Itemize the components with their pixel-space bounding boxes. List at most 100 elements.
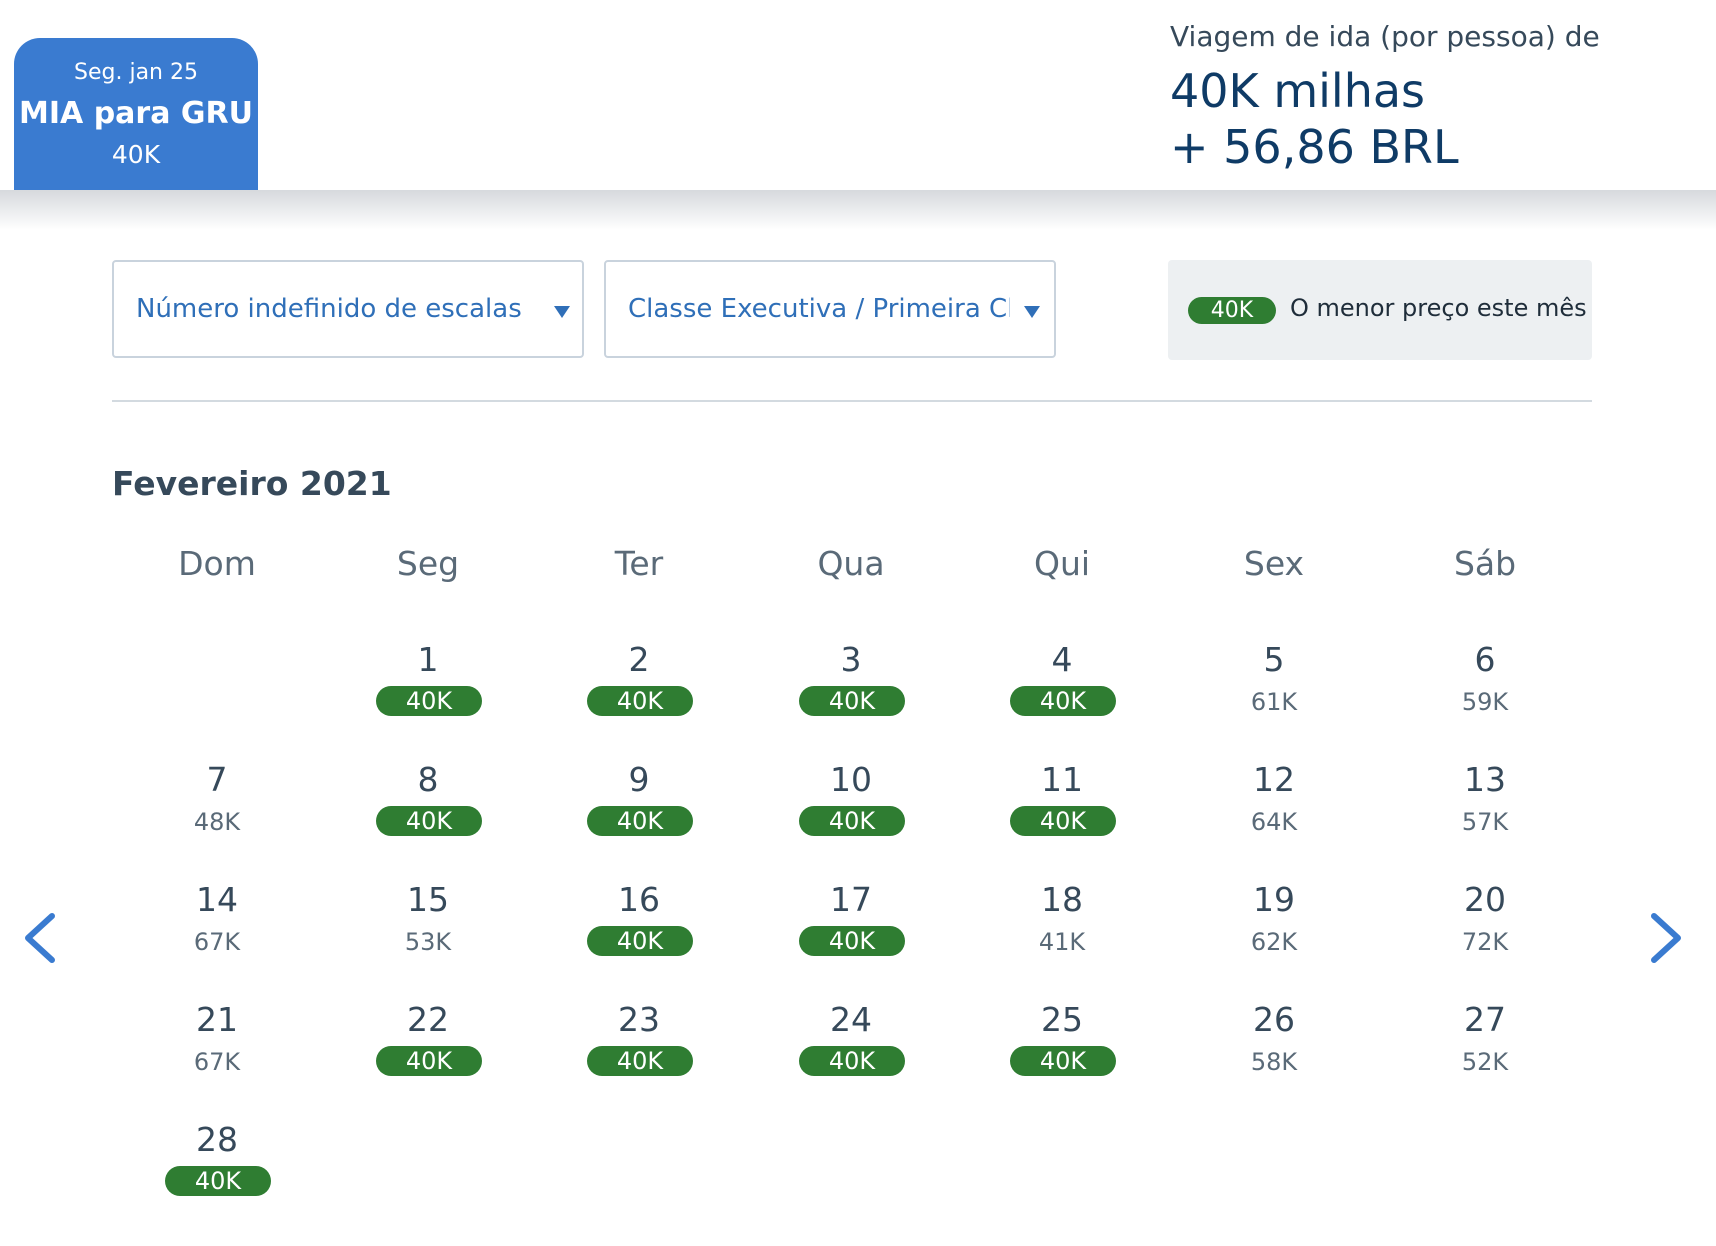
header-shadow [0, 190, 1716, 230]
calendar-day[interactable]: 5 61K [1204, 640, 1344, 740]
day-price-lowest-badge: 40K [587, 686, 693, 716]
header: Seg. jan 25 MIA para GRU 40K Viagem de i… [0, 0, 1716, 190]
calendar-day[interactable]: 8 40K [358, 760, 498, 860]
day-price: 59K [1461, 688, 1509, 716]
day-price: 48K [193, 808, 241, 836]
flight-route: MIA para GRU [19, 96, 253, 131]
day-number: 1 [417, 640, 439, 679]
weekday-label: Seg [396, 544, 460, 583]
day-price: 58K [1250, 1048, 1298, 1076]
chevron-right-icon[interactable] [1644, 910, 1688, 966]
weekday-label: Sáb [1453, 544, 1517, 583]
day-number: 14 [196, 880, 238, 919]
day-price-lowest-badge: 40K [799, 1046, 905, 1076]
day-price: 61K [1250, 688, 1298, 716]
day-number: 6 [1474, 640, 1496, 679]
calendar-day[interactable]: 26 58K [1204, 1000, 1344, 1100]
lowest-price-text: O menor preço este mês [1290, 294, 1587, 322]
calendar-day[interactable]: 21 67K [147, 1000, 287, 1100]
day-number: 23 [618, 1000, 660, 1039]
calendar-day[interactable]: 19 62K [1204, 880, 1344, 980]
calendar-day[interactable]: 9 40K [569, 760, 709, 860]
calendar-day[interactable]: 11 40K [992, 760, 1132, 860]
calendar-day[interactable]: 23 40K [569, 1000, 709, 1100]
fare-label: Viagem de ida (por pessoa) de [1170, 20, 1600, 53]
weekday-label: Qua [817, 544, 885, 583]
calendar-day[interactable]: 22 40K [358, 1000, 498, 1100]
weekday-label: Ter [614, 544, 664, 583]
calendar-day[interactable]: 3 40K [781, 640, 921, 740]
day-price-lowest-badge: 40K [587, 1046, 693, 1076]
day-price: 64K [1250, 808, 1298, 836]
day-price-lowest-badge: 40K [165, 1166, 271, 1196]
day-price: 41K [1038, 928, 1086, 956]
month-title: Fevereiro 2021 [112, 464, 392, 503]
flight-tab[interactable]: Seg. jan 25 MIA para GRU 40K [14, 38, 258, 190]
calendar-day[interactable]: 12 64K [1204, 760, 1344, 860]
day-price: 53K [404, 928, 452, 956]
day-price: 72K [1461, 928, 1509, 956]
stops-select[interactable]: Número indefinido de escalas [112, 260, 584, 358]
day-price: 52K [1461, 1048, 1509, 1076]
weekday-label: Qui [1033, 544, 1091, 583]
day-price: 67K [193, 928, 241, 956]
day-number: 8 [417, 760, 439, 799]
lowest-price-legend: 40K O menor preço este mês [1168, 260, 1592, 360]
day-number: 12 [1253, 760, 1295, 799]
divider [112, 400, 1592, 402]
calendar-day[interactable]: 7 48K [147, 760, 287, 860]
fare-miles: 40K milhas [1170, 64, 1425, 118]
calendar-day[interactable]: 16 40K [569, 880, 709, 980]
day-number: 11 [1041, 760, 1083, 799]
day-number: 13 [1464, 760, 1506, 799]
calendar-day[interactable]: 4 40K [992, 640, 1132, 740]
day-number: 25 [1041, 1000, 1083, 1039]
day-number: 26 [1253, 1000, 1295, 1039]
calendar-day[interactable]: 28 40K [147, 1120, 287, 1220]
chevron-down-icon [1024, 306, 1040, 318]
cabin-select[interactable]: Classe Executiva / Primeira Classe [604, 260, 1056, 358]
calendar-day[interactable]: 1 40K [358, 640, 498, 740]
calendar-day[interactable]: 17 40K [781, 880, 921, 980]
day-price-lowest-badge: 40K [1010, 1046, 1116, 1076]
day-price-lowest-badge: 40K [376, 806, 482, 836]
flight-date: Seg. jan 25 [74, 60, 198, 85]
day-number: 9 [628, 760, 650, 799]
weekday-label: Sex [1243, 544, 1305, 583]
day-price-lowest-badge: 40K [799, 806, 905, 836]
cabin-select-label: Classe Executiva / Primeira Classe [628, 294, 1010, 324]
fare-cash: + 56,86 BRL [1170, 120, 1459, 174]
day-price: 57K [1461, 808, 1509, 836]
day-price-lowest-badge: 40K [799, 686, 905, 716]
calendar-day[interactable]: 6 59K [1415, 640, 1555, 740]
day-number: 3 [840, 640, 862, 679]
day-number: 10 [830, 760, 872, 799]
day-price-lowest-badge: 40K [1010, 806, 1116, 836]
chevron-down-icon [554, 306, 570, 318]
calendar-day[interactable]: 15 53K [358, 880, 498, 980]
calendar-day[interactable]: 14 67K [147, 880, 287, 980]
calendar-day[interactable]: 13 57K [1415, 760, 1555, 860]
day-price-lowest-badge: 40K [376, 1046, 482, 1076]
weekday-label: Dom [178, 544, 256, 583]
day-number: 5 [1263, 640, 1285, 679]
day-number: 24 [830, 1000, 872, 1039]
chevron-left-icon[interactable] [18, 910, 62, 966]
day-number: 15 [407, 880, 449, 919]
day-number: 19 [1253, 880, 1295, 919]
day-number: 21 [196, 1000, 238, 1039]
day-number: 22 [407, 1000, 449, 1039]
calendar-day[interactable]: 10 40K [781, 760, 921, 860]
calendar-day[interactable]: 27 52K [1415, 1000, 1555, 1100]
calendar-day[interactable]: 2 40K [569, 640, 709, 740]
calendar-day[interactable]: 25 40K [992, 1000, 1132, 1100]
calendar-day[interactable]: 18 41K [992, 880, 1132, 980]
day-number: 16 [618, 880, 660, 919]
day-price-lowest-badge: 40K [1010, 686, 1116, 716]
calendar-day[interactable]: 20 72K [1415, 880, 1555, 980]
day-price-lowest-badge: 40K [376, 686, 482, 716]
day-number: 28 [196, 1120, 238, 1159]
day-number: 27 [1464, 1000, 1506, 1039]
day-price: 67K [193, 1048, 241, 1076]
calendar-day[interactable]: 24 40K [781, 1000, 921, 1100]
